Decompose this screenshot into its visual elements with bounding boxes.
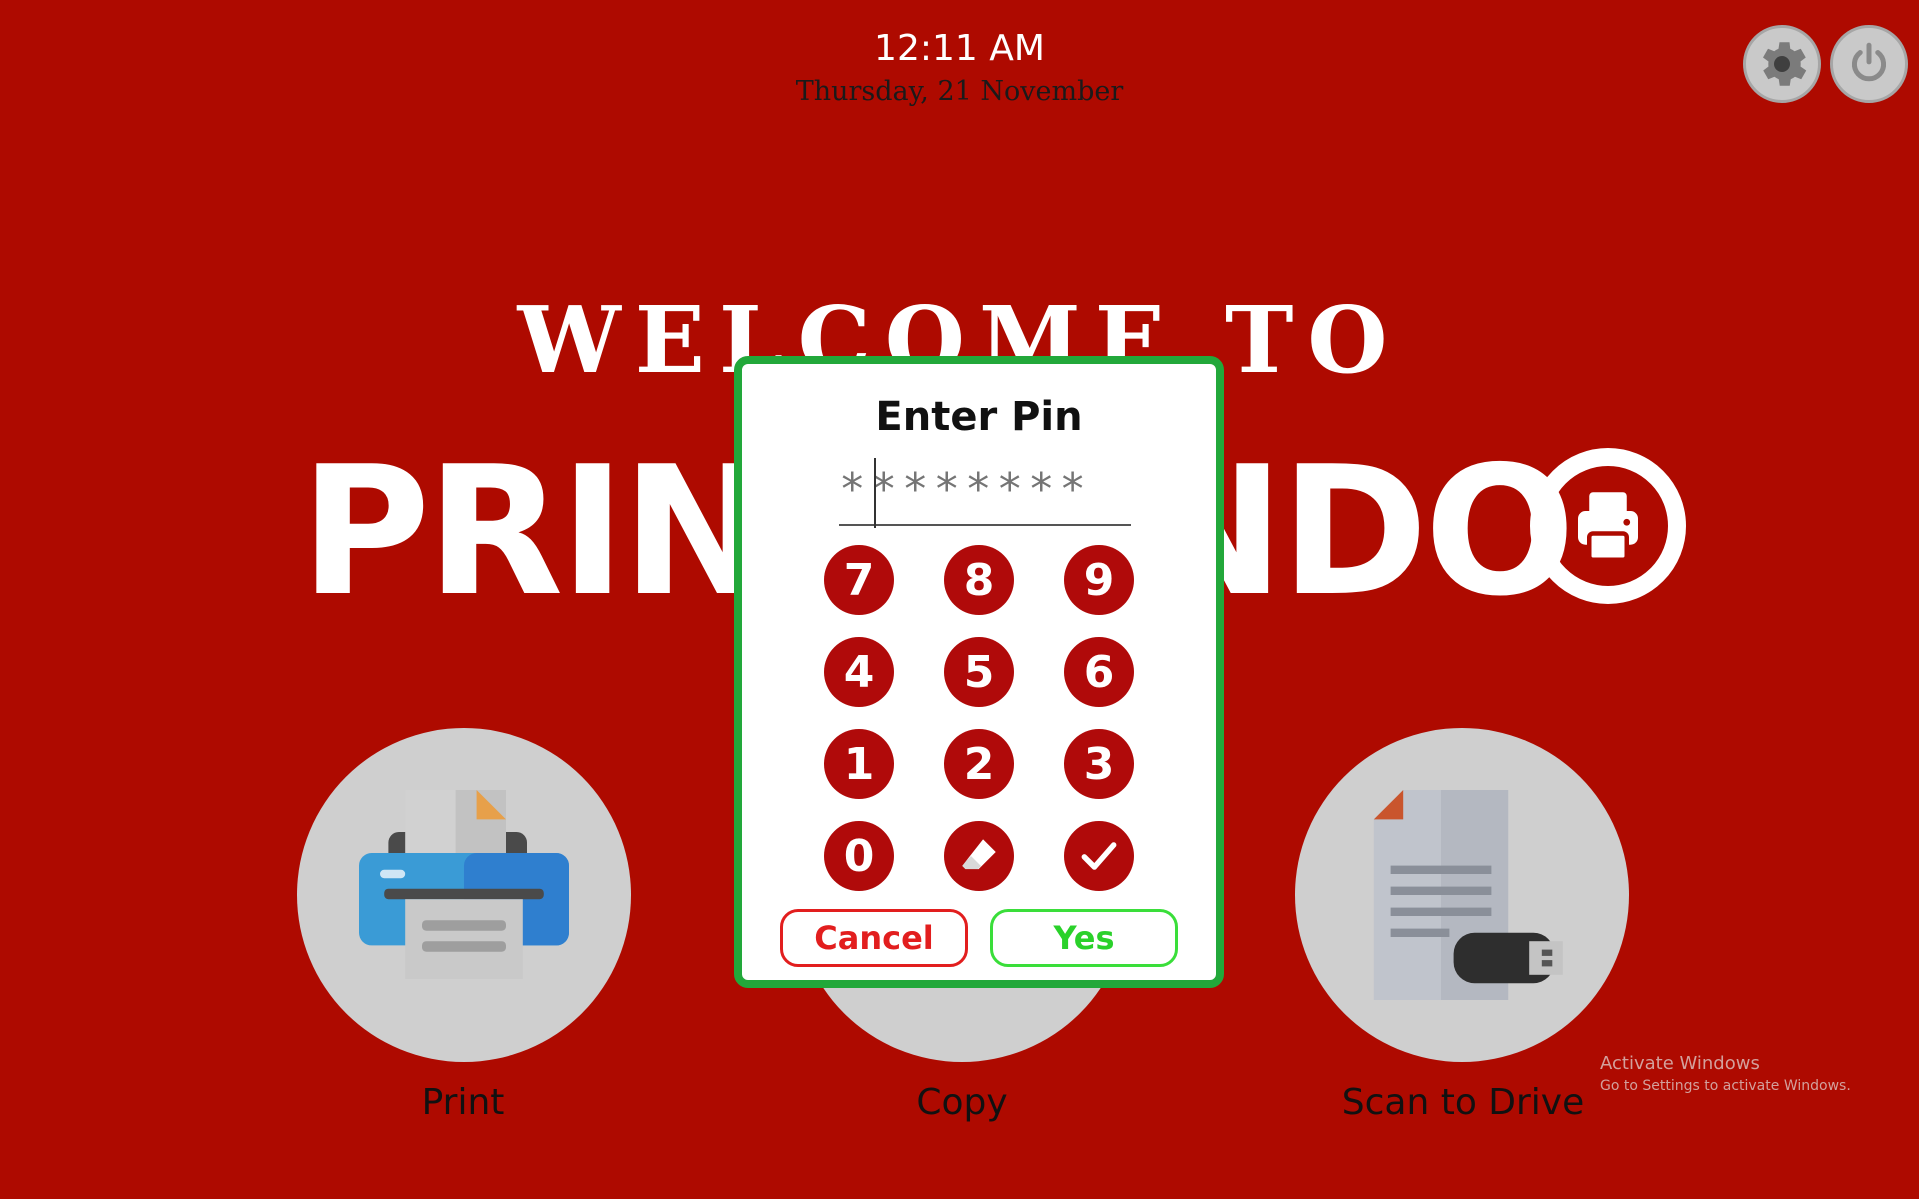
cancel-button[interactable]: Cancel	[780, 909, 968, 967]
key-0[interactable]: 0	[824, 821, 894, 891]
pin-dialog-title: Enter Pin	[875, 394, 1083, 440]
print-service-button[interactable]	[297, 728, 631, 1062]
activate-windows-subtitle: Go to Settings to activate Windows.	[1600, 1078, 1851, 1094]
check-icon	[1081, 842, 1117, 870]
key-7[interactable]: 7	[824, 545, 894, 615]
key-2[interactable]: 2	[944, 729, 1014, 799]
key-1[interactable]: 1	[824, 729, 894, 799]
key-6[interactable]: 6	[1064, 637, 1134, 707]
text-cursor	[874, 458, 876, 528]
power-button[interactable]	[1830, 25, 1908, 103]
confirm-key[interactable]	[1064, 821, 1134, 891]
brand-logo	[1530, 448, 1686, 604]
key-8[interactable]: 8	[944, 545, 1014, 615]
key-4[interactable]: 4	[824, 637, 894, 707]
print-label: Print	[421, 1082, 505, 1123]
yes-button[interactable]: Yes	[990, 909, 1178, 967]
erase-key[interactable]	[944, 821, 1014, 891]
key-3[interactable]: 3	[1064, 729, 1134, 799]
gear-icon	[1763, 42, 1807, 86]
printer-icon	[1578, 492, 1638, 562]
pin-input[interactable]	[839, 454, 1131, 526]
clock-date: Thursday, 21 November	[795, 76, 1124, 107]
activate-windows-title: Activate Windows	[1600, 1053, 1760, 1074]
key-5[interactable]: 5	[944, 637, 1014, 707]
key-9[interactable]: 9	[1064, 545, 1134, 615]
copy-label: Copy	[916, 1082, 1008, 1123]
settings-button[interactable]	[1743, 25, 1821, 103]
usb-drive-icon	[1373, 790, 1563, 1000]
eraser-icon	[959, 836, 999, 871]
pin-dialog: Enter Pin 7 8 9 4 5 6 1 2 3 0 Cancel Yes	[734, 356, 1224, 988]
power-icon	[1851, 42, 1887, 82]
printer-icon	[359, 790, 569, 979]
clock-time: 12:11 AM	[874, 28, 1045, 69]
scan-service-button[interactable]	[1295, 728, 1629, 1062]
pin-keypad: 7 8 9 4 5 6 1 2 3 0	[824, 545, 1138, 897]
